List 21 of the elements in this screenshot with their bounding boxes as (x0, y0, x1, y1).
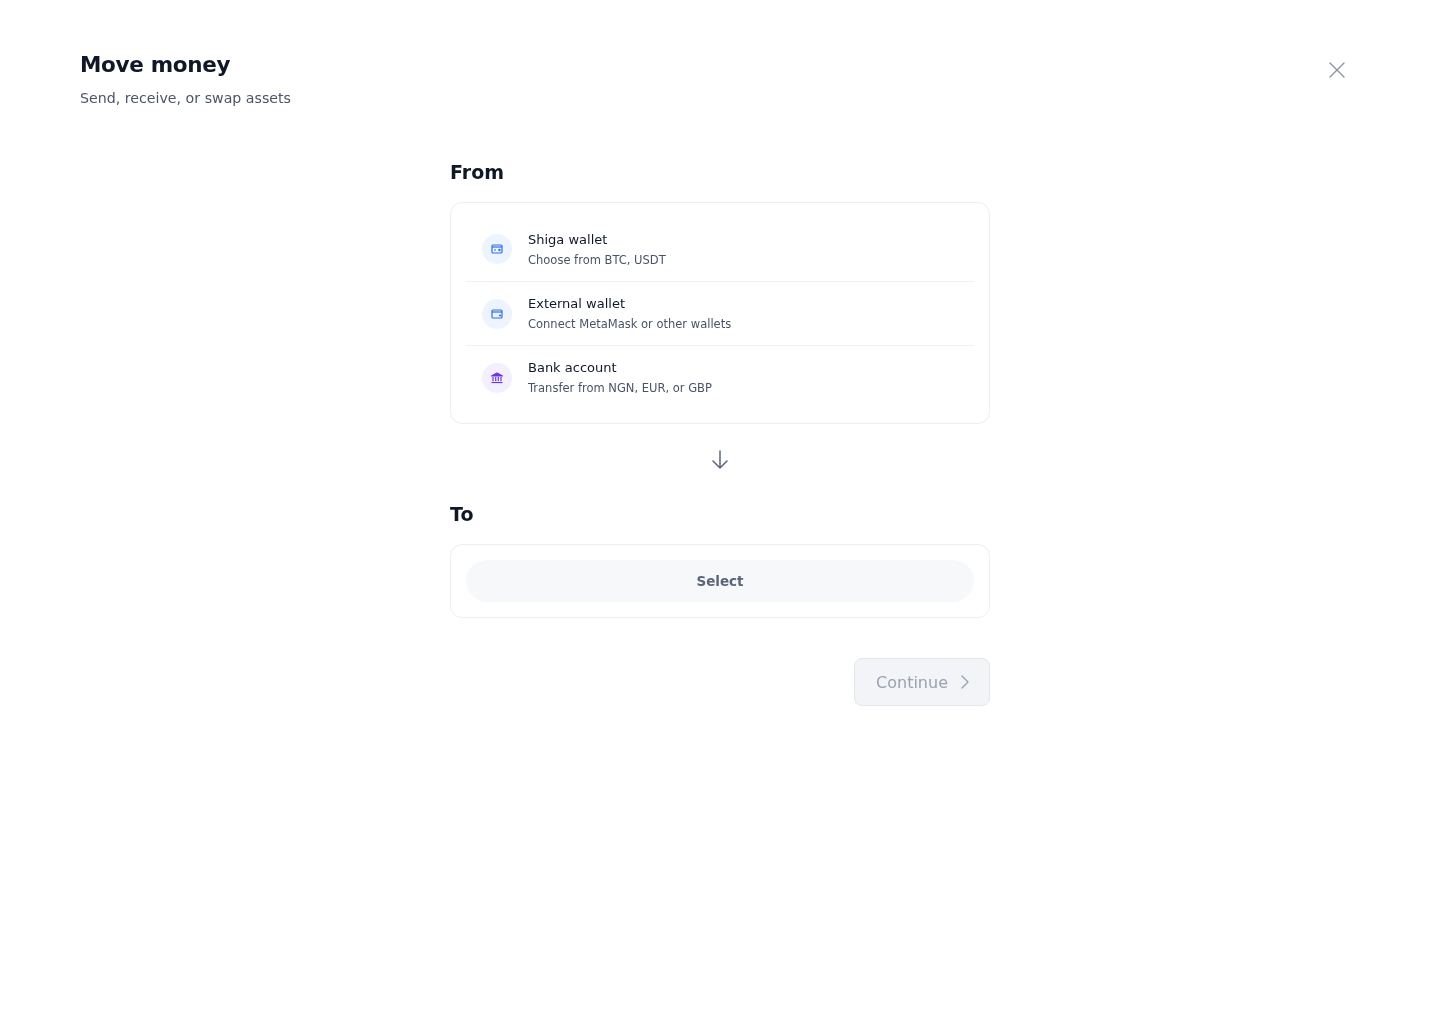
option-title: External wallet (528, 295, 626, 313)
chevron-right-icon (961, 675, 969, 689)
source-option[interactable]: External wallet Connect MetaMask or other wallets (466, 281, 974, 345)
section-heading: To (450, 502, 475, 527)
option-title: Shiga wallet (528, 230, 609, 249)
page-title: Move money (80, 51, 232, 79)
wallet-icon (482, 298, 512, 329)
option-description: Choose from BTC, USDT (528, 251, 666, 268)
close-icon (1329, 62, 1345, 78)
option-description: Connect MetaMask or other wallets (528, 316, 732, 332)
page-subtitle: Send, receive, or swap assets (80, 89, 291, 108)
source-option[interactable]: Bank account Transfer from NGN, EUR, or GBP (466, 345, 974, 409)
wallet-card-icon (482, 234, 512, 264)
section-heading: From (450, 160, 505, 185)
select-button[interactable]: Select (466, 560, 974, 602)
option-title: Bank account (528, 359, 618, 377)
option-description: Transfer from NGN, EUR, or GBP (528, 380, 712, 396)
close-button[interactable] (1328, 61, 1346, 79)
bank-icon (482, 362, 512, 393)
arrow-down-icon (712, 450, 728, 470)
source-option[interactable]: Shiga wallet Choose from BTC, USDT (466, 217, 974, 281)
